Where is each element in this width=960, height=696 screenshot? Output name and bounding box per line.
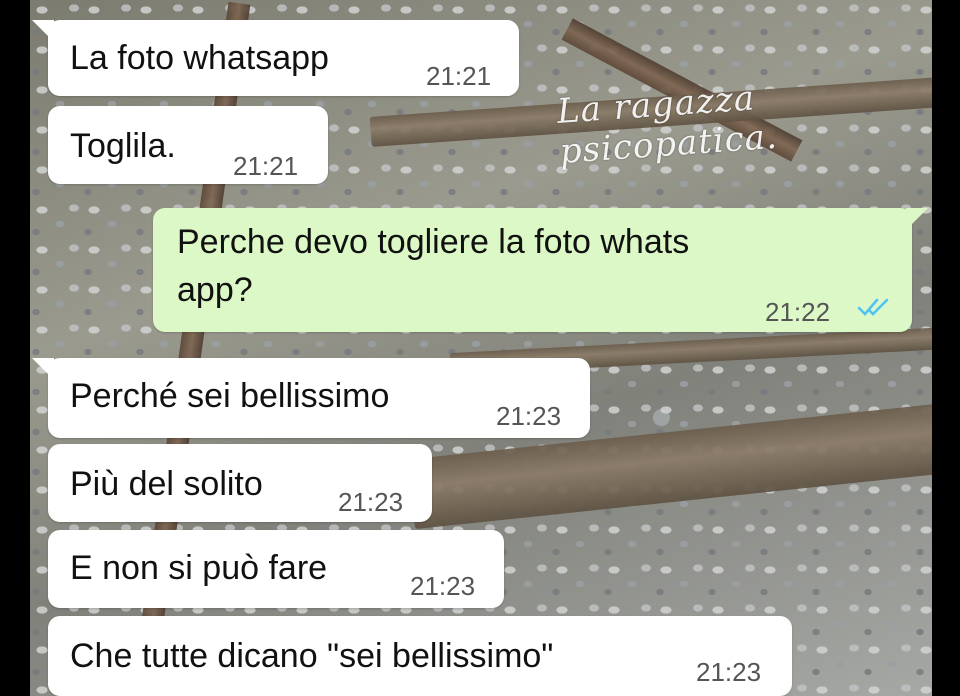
message-time: 21:21 [426, 61, 492, 91]
incoming-message[interactable]: Perché sei bellissimo 21:23 [32, 358, 590, 438]
message-time: 21:21 [233, 151, 299, 181]
message-time: 21:23 [696, 657, 762, 687]
incoming-message[interactable]: La foto whatsapp 21:21 [32, 20, 519, 96]
incoming-message[interactable]: Più del solito 21:23 [48, 444, 432, 522]
message-time: 21:23 [496, 401, 562, 431]
bubble-tail [906, 208, 928, 230]
message-text: Perché sei bellissimo [70, 377, 390, 415]
bubble-tail [32, 358, 54, 380]
message-text-line2: app? [177, 271, 253, 309]
incoming-message[interactable]: Toglila. 21:21 [48, 106, 328, 184]
message-time: 21:22 [765, 297, 831, 327]
incoming-message[interactable]: E non si può fare 21:23 [48, 530, 504, 608]
message-time: 21:23 [410, 571, 476, 601]
outgoing-message[interactable]: Perche devo togliere la foto whats app? … [153, 208, 928, 332]
message-text: Più del solito [70, 465, 263, 503]
double-check-read-icon [857, 298, 889, 316]
message-text: Toglila. [70, 127, 176, 165]
message-time: 21:23 [338, 487, 404, 517]
incoming-message[interactable]: Che tutte dicano "sei bellissimo" 21:23 [48, 616, 792, 696]
bubble-tail [32, 20, 54, 42]
message-text-line1: Perche devo togliere la foto whats [177, 223, 690, 261]
message-text: E non si può fare [70, 549, 328, 587]
message-text: Che tutte dicano "sei bellissimo" [70, 637, 554, 675]
message-text: La foto whatsapp [70, 39, 329, 77]
